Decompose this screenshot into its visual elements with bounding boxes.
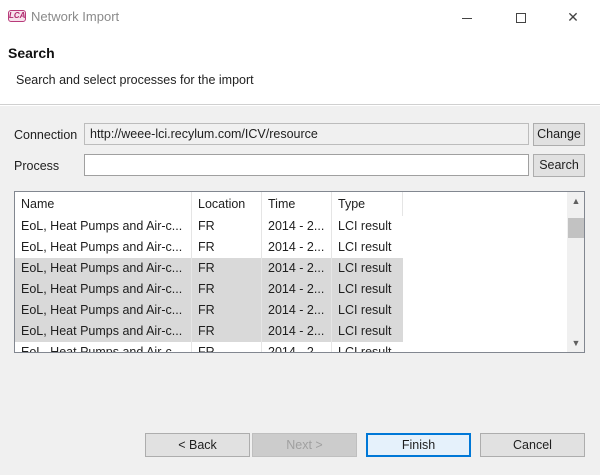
vertical-scrollbar[interactable]: ▲ ▼ [567, 192, 584, 352]
location-cell: FR [192, 300, 262, 321]
type-cell: LCI result [338, 240, 392, 254]
time-cell: 2014 - 2... [262, 258, 332, 279]
scroll-up-icon[interactable]: ▲ [567, 192, 584, 210]
connection-field: http://weee-lci.recylum.com/ICV/resource [84, 123, 529, 145]
name-cell: EoL, Heat Pumps and Air-c... [15, 279, 192, 300]
title-bar: LCA Network Import ✕ [0, 0, 600, 34]
location-cell: FR [192, 342, 262, 352]
table-row[interactable]: EoL, Heat Pumps and Air-c... FR 2014 - 2..… [15, 342, 403, 353]
name-cell: EoL, Heat Pumps and Air-c... [15, 216, 192, 237]
name-cell: EoL, Heat Pumps and Air-c... [15, 321, 192, 342]
maximize-button[interactable] [506, 5, 536, 29]
wizard-content: Connection http://weee-lci.recylum.com/I… [0, 106, 600, 475]
type-cell: LCI result [338, 219, 392, 233]
table-body: EoL, Heat Pumps and Air-c... FR 2014 - 2..… [15, 216, 403, 353]
table-row[interactable]: EoL, Heat Pumps and Air-c... FR 2014 - 2..… [15, 321, 403, 342]
wizard-header: Search Search and select processes for t… [0, 34, 600, 105]
connection-label: Connection [14, 128, 78, 142]
finish-button[interactable]: Finish [366, 433, 471, 457]
close-icon: ✕ [567, 9, 579, 25]
page-title: Search [8, 45, 55, 61]
time-cell: 2014 - 2... [262, 342, 332, 352]
location-cell: FR [192, 237, 262, 258]
change-button[interactable]: Change [533, 123, 585, 146]
column-header-name[interactable]: Name [15, 192, 192, 216]
column-header-type[interactable]: Type [332, 192, 403, 216]
column-header-location[interactable]: Location [192, 192, 262, 216]
time-cell: 2014 - 2... [262, 300, 332, 321]
name-cell: EoL, Heat Pumps and Air-c... [15, 237, 192, 258]
close-button[interactable]: ✕ [558, 5, 588, 29]
time-cell: 2014 - 2... [262, 237, 332, 258]
table-row[interactable]: EoL, Heat Pumps and Air-c... FR 2014 - 2..… [15, 237, 403, 258]
maximize-icon [516, 13, 526, 24]
time-cell: 2014 - 2... [262, 279, 332, 300]
time-cell: 2014 - 2... [262, 321, 332, 342]
location-cell: FR [192, 216, 262, 237]
location-cell: FR [192, 321, 262, 342]
name-cell: EoL, Heat Pumps and Air-c... [15, 342, 192, 352]
minimize-icon [462, 17, 472, 19]
table-row[interactable]: EoL, Heat Pumps and Air-c... FR 2014 - 2..… [15, 279, 403, 300]
scroll-down-icon[interactable]: ▼ [567, 334, 584, 352]
process-label: Process [14, 159, 60, 173]
name-cell: EoL, Heat Pumps and Air-c... [15, 258, 192, 279]
type-cell: LCI result [338, 303, 392, 317]
time-cell: 2014 - 2... [262, 216, 332, 237]
type-cell: LCI result [338, 282, 392, 296]
cancel-button[interactable]: Cancel [480, 433, 585, 457]
column-header-time[interactable]: Time [262, 192, 332, 216]
location-cell: FR [192, 258, 262, 279]
back-button[interactable]: < Back [145, 433, 250, 457]
type-cell: LCI result [338, 324, 392, 338]
table-row[interactable]: EoL, Heat Pumps and Air-c... FR 2014 - 2..… [15, 300, 403, 321]
process-search-input[interactable] [84, 154, 529, 176]
type-cell: LCI result [338, 345, 392, 353]
search-button[interactable]: Search [533, 154, 585, 177]
name-cell: EoL, Heat Pumps and Air-c... [15, 300, 192, 321]
location-cell: FR [192, 279, 262, 300]
scrollbar-thumb[interactable] [568, 218, 584, 238]
window-title: Network Import [31, 9, 120, 24]
minimize-button[interactable] [452, 5, 482, 29]
table-row[interactable]: EoL, Heat Pumps and Air-c... FR 2014 - 2..… [15, 258, 403, 279]
next-button: Next > [252, 433, 357, 457]
process-table[interactable]: Name Location Time Type EoL, Heat Pumps … [14, 191, 585, 353]
page-description: Search and select processes for the impo… [16, 73, 254, 87]
table-header: Name Location Time Type [15, 192, 403, 216]
app-logo-icon: LCA [8, 10, 26, 22]
table-row[interactable]: EoL, Heat Pumps and Air-c... FR 2014 - 2..… [15, 216, 403, 237]
type-cell: LCI result [338, 261, 392, 275]
